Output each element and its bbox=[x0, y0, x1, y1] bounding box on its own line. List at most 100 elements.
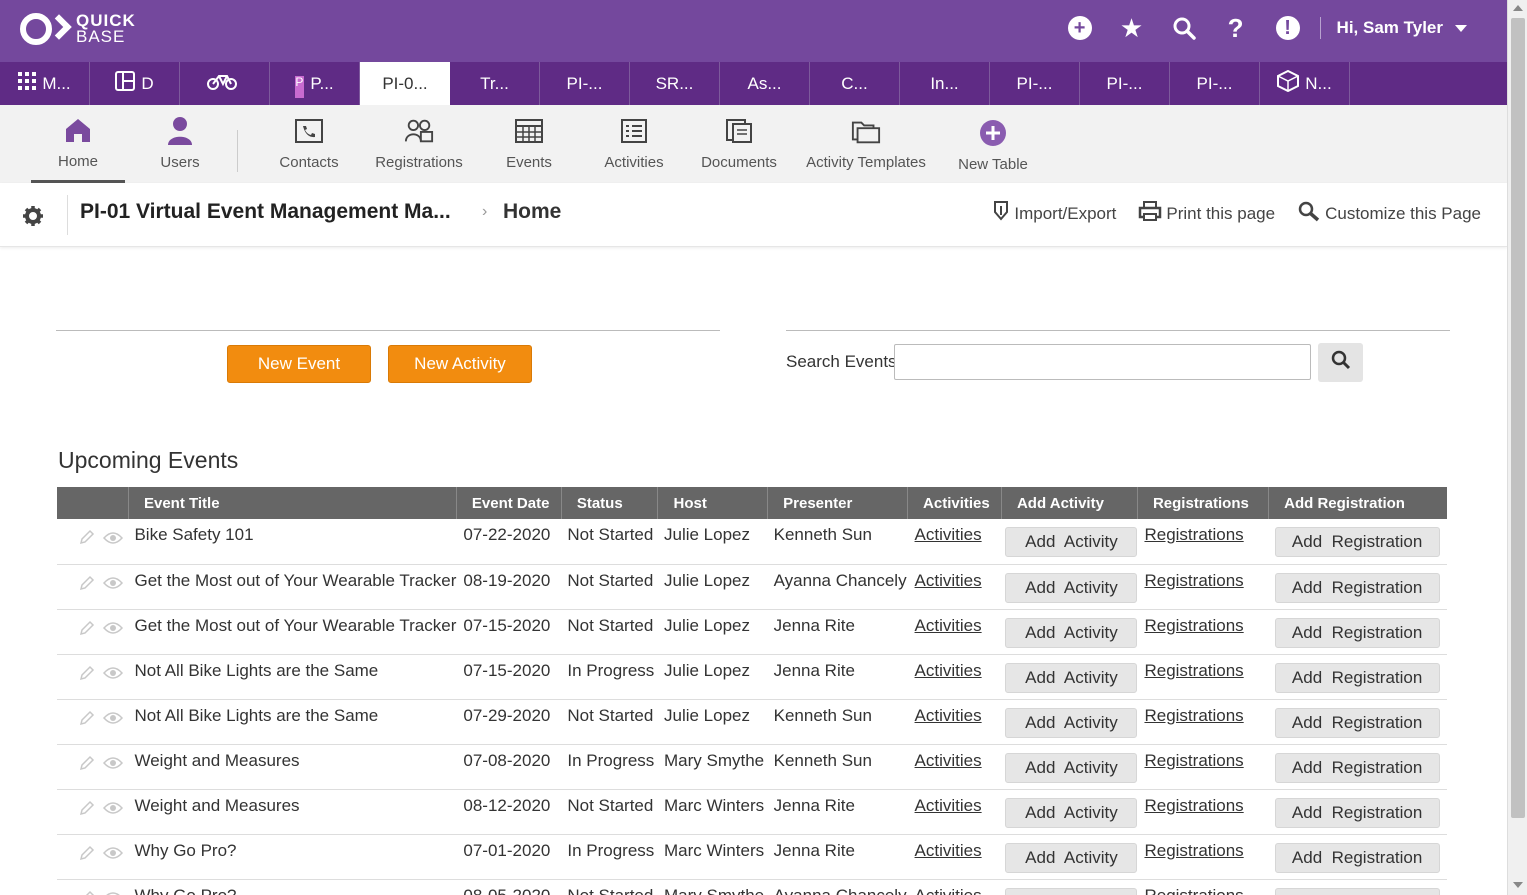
add-registration-button[interactable]: Add Registration bbox=[1274, 572, 1440, 603]
edit-pencil-icon[interactable] bbox=[79, 665, 95, 686]
scroll-up-arrow-icon[interactable] bbox=[1513, 5, 1523, 11]
app-tab[interactable]: D bbox=[90, 62, 180, 105]
col-presenter[interactable]: Presenter bbox=[767, 487, 909, 519]
add-activity-button[interactable]: Add Activity bbox=[1005, 662, 1138, 693]
search-button[interactable] bbox=[1318, 343, 1363, 382]
add-registration-button[interactable]: Add Registration bbox=[1274, 707, 1440, 738]
view-eye-icon[interactable] bbox=[102, 575, 124, 595]
help-icon[interactable]: ? bbox=[1223, 13, 1249, 43]
activities-link[interactable]: Activities bbox=[915, 841, 982, 860]
edit-pencil-icon[interactable] bbox=[79, 800, 95, 821]
app-tab[interactable]: SR... bbox=[630, 62, 720, 105]
col-registrations[interactable]: Registrations bbox=[1137, 487, 1270, 519]
activities-link[interactable]: Activities bbox=[915, 525, 982, 544]
app-tab[interactable]: PI-... bbox=[1080, 62, 1170, 105]
add-activity-button[interactable]: Add Activity bbox=[1005, 842, 1138, 873]
view-eye-icon[interactable] bbox=[102, 755, 124, 775]
nav-registrations[interactable]: Registrations bbox=[370, 105, 468, 183]
alert-icon[interactable]: ! bbox=[1275, 15, 1301, 41]
registrations-link[interactable]: Registrations bbox=[1144, 571, 1243, 590]
add-activity-button[interactable]: Add Activity bbox=[1005, 527, 1138, 557]
nav-activity-templates[interactable]: Activity Templates bbox=[800, 105, 932, 183]
add-registration-button[interactable]: Add Registration bbox=[1274, 752, 1440, 783]
app-tab[interactable]: In... bbox=[900, 62, 990, 105]
print-link[interactable]: Print this page bbox=[1138, 200, 1275, 227]
activities-link[interactable]: Activities bbox=[915, 661, 982, 680]
new-activity-button[interactable]: New Activity bbox=[388, 345, 532, 383]
col-event-date[interactable]: Event Date bbox=[456, 487, 562, 519]
edit-pencil-icon[interactable] bbox=[79, 529, 95, 550]
activities-link[interactable]: Activities bbox=[915, 886, 982, 895]
registrations-link[interactable]: Registrations bbox=[1144, 525, 1243, 544]
activities-link[interactable]: Activities bbox=[915, 571, 982, 590]
nav-documents[interactable]: Documents bbox=[694, 105, 784, 183]
registrations-link[interactable]: Registrations bbox=[1144, 751, 1243, 770]
add-registration-button[interactable]: Add Registration bbox=[1274, 887, 1440, 895]
activities-link[interactable]: Activities bbox=[915, 751, 982, 770]
edit-pencil-icon[interactable] bbox=[79, 620, 95, 641]
search-icon[interactable] bbox=[1171, 15, 1197, 41]
registrations-link[interactable]: Registrations bbox=[1144, 661, 1243, 680]
view-eye-icon[interactable] bbox=[102, 845, 124, 865]
edit-pencil-icon[interactable] bbox=[79, 755, 95, 776]
app-tab[interactable]: PI-0... bbox=[360, 62, 450, 105]
app-tab[interactable]: Tr... bbox=[450, 62, 540, 105]
add-activity-button[interactable]: Add Activity bbox=[1005, 572, 1138, 603]
import-export-link[interactable]: Import/Export bbox=[992, 200, 1116, 227]
app-tab[interactable]: P P... bbox=[270, 62, 360, 105]
app-tab[interactable] bbox=[180, 62, 270, 105]
app-tab[interactable]: PI-... bbox=[540, 62, 630, 105]
add-activity-button[interactable]: Add Activity bbox=[1005, 797, 1138, 828]
add-registration-button[interactable]: Add Registration bbox=[1274, 842, 1440, 873]
app-tab[interactable]: PI-... bbox=[990, 62, 1080, 105]
add-activity-button[interactable]: Add Activity bbox=[1005, 707, 1138, 738]
app-tab[interactable]: N... bbox=[1260, 62, 1350, 105]
registrations-link[interactable]: Registrations bbox=[1144, 706, 1243, 725]
scroll-down-arrow-icon[interactable] bbox=[1513, 882, 1523, 888]
edit-pencil-icon[interactable] bbox=[79, 845, 95, 866]
col-host[interactable]: Host bbox=[657, 487, 769, 519]
view-eye-icon[interactable] bbox=[103, 890, 123, 895]
registrations-link[interactable]: Registrations bbox=[1144, 616, 1243, 635]
add-registration-button[interactable]: Add Registration bbox=[1274, 527, 1440, 557]
activities-link[interactable]: Activities bbox=[915, 616, 982, 635]
nav-events[interactable]: Events bbox=[488, 105, 570, 183]
breadcrumb-app-name[interactable]: PI-01 Virtual Event Management Ma... bbox=[80, 200, 451, 224]
nav-contacts[interactable]: Contacts bbox=[270, 105, 348, 183]
view-eye-icon[interactable] bbox=[102, 530, 124, 550]
customize-link[interactable]: Customize this Page bbox=[1297, 200, 1481, 227]
col-add-registration[interactable]: Add Registration bbox=[1268, 487, 1447, 519]
favorites-star-icon[interactable]: ★ bbox=[1119, 15, 1145, 41]
col-event-title[interactable]: Event Title bbox=[128, 487, 457, 519]
new-event-button[interactable]: New Event bbox=[227, 345, 371, 383]
activities-link[interactable]: Activities bbox=[915, 796, 982, 815]
col-activities[interactable]: Activities bbox=[907, 487, 1002, 519]
app-tab[interactable]: M... bbox=[0, 62, 90, 105]
view-eye-icon[interactable] bbox=[102, 800, 124, 820]
add-registration-button[interactable]: Add Registration bbox=[1274, 662, 1440, 693]
scroll-thumb[interactable] bbox=[1511, 18, 1525, 818]
view-eye-icon[interactable] bbox=[102, 620, 124, 640]
edit-pencil-icon[interactable] bbox=[79, 575, 95, 596]
edit-pencil-icon[interactable] bbox=[79, 710, 95, 731]
registrations-link[interactable]: Registrations bbox=[1144, 841, 1243, 860]
user-menu[interactable]: Hi, Sam Tyler bbox=[1337, 18, 1443, 38]
add-activity-button[interactable]: Add Activity bbox=[1005, 752, 1138, 783]
nav-activities[interactable]: Activities bbox=[594, 105, 674, 183]
nav-home[interactable]: Home bbox=[31, 105, 125, 183]
add-activity-button[interactable]: Add Activity bbox=[1005, 617, 1138, 648]
nav-new-table[interactable]: New Table bbox=[950, 105, 1036, 183]
registrations-link[interactable]: Registrations bbox=[1144, 886, 1243, 895]
gear-icon[interactable] bbox=[22, 205, 44, 233]
quickbase-logo[interactable]: QUICK BASE bbox=[20, 12, 136, 46]
col-add-activity[interactable]: Add Activity bbox=[1001, 487, 1138, 519]
edit-pencil-icon[interactable] bbox=[79, 890, 95, 895]
page-scrollbar[interactable] bbox=[1507, 0, 1527, 895]
app-tab[interactable]: C... bbox=[810, 62, 900, 105]
registrations-link[interactable]: Registrations bbox=[1144, 796, 1243, 815]
add-registration-button[interactable]: Add Registration bbox=[1274, 617, 1440, 648]
col-status[interactable]: Status bbox=[561, 487, 659, 519]
view-eye-icon[interactable] bbox=[102, 665, 124, 685]
search-input[interactable] bbox=[894, 344, 1311, 380]
app-tab[interactable]: PI-... bbox=[1170, 62, 1260, 105]
